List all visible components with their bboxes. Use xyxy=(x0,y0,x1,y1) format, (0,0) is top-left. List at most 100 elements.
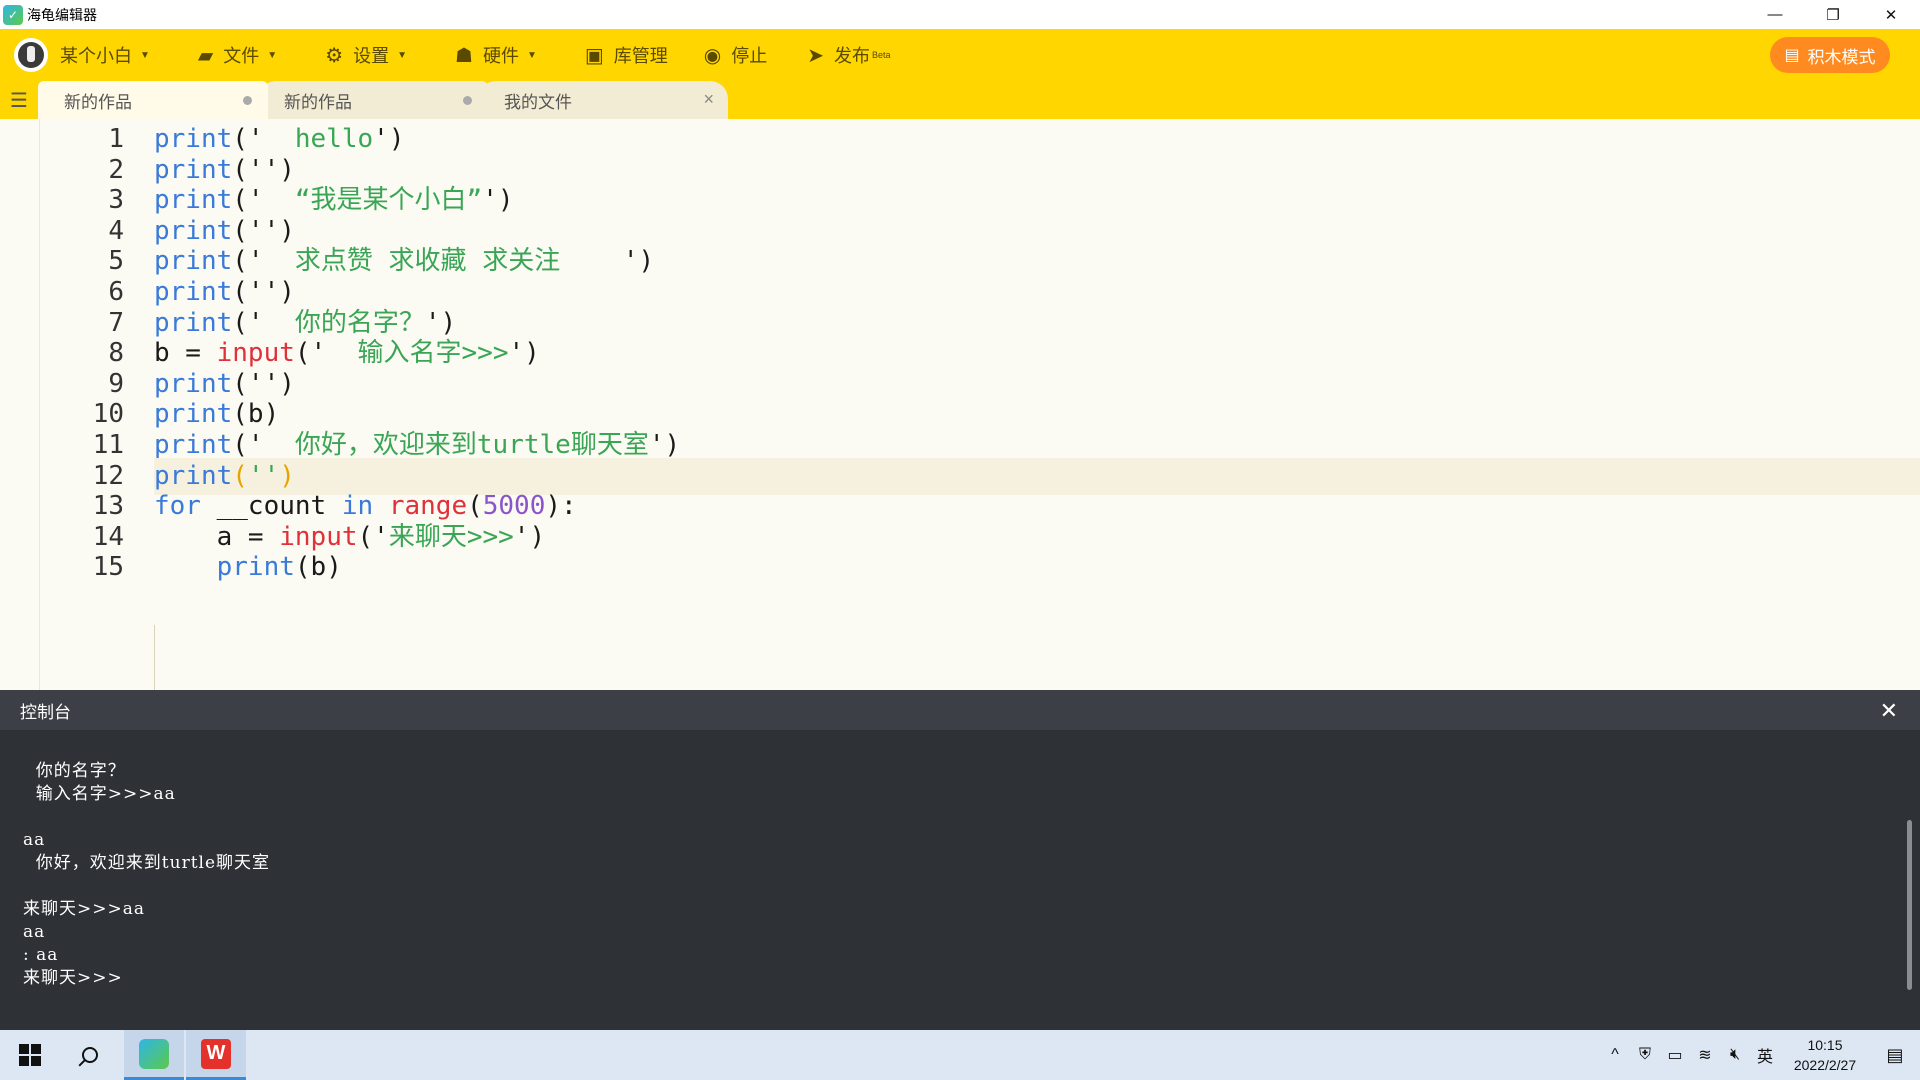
block-mode-button[interactable]: ▤ 积木模式 xyxy=(1770,37,1890,73)
file-menu-label: 文件 xyxy=(223,46,260,66)
windows-start-icon xyxy=(19,1044,41,1066)
code-token: range xyxy=(373,491,468,522)
console-scrollbar[interactable] xyxy=(1907,820,1912,990)
code-line[interactable]: print(b) xyxy=(154,549,1920,586)
console-title: 控制台 xyxy=(20,702,71,722)
tab-label: 新的作品 xyxy=(64,92,132,112)
code-token: 你的名字？ xyxy=(263,307,425,338)
console-close-icon[interactable]: ✕ xyxy=(1880,698,1898,724)
code-token: ') xyxy=(508,338,540,369)
library-label: 库管理 xyxy=(613,46,668,66)
code-token: print xyxy=(154,277,233,307)
code-token: print xyxy=(154,368,233,399)
toolbar-stop-button[interactable]: ◉ 停止 xyxy=(704,29,767,81)
unsaved-dot-icon[interactable] xyxy=(463,96,472,105)
wifi-icon[interactable]: ≋ xyxy=(1690,1045,1720,1065)
tray-chevron-icon[interactable]: ^ xyxy=(1600,1046,1630,1064)
code-token: hello xyxy=(263,124,374,154)
taskbar-app-turtle-editor[interactable] xyxy=(124,1030,184,1080)
security-icon[interactable]: ⛨ xyxy=(1630,1046,1660,1064)
code-token: print xyxy=(154,430,233,460)
code-token: ') xyxy=(622,246,655,277)
editor-side-strip xyxy=(0,119,40,690)
avatar[interactable] xyxy=(14,38,48,72)
user-menu[interactable]: 某个小白 ▼ xyxy=(60,29,150,81)
code-token: ') xyxy=(263,215,295,246)
battery-icon[interactable]: ▭ xyxy=(1660,1045,1690,1065)
menu-toggle-icon[interactable]: ☰ xyxy=(0,81,38,119)
code-token: print xyxy=(154,154,233,185)
stop-label: 停止 xyxy=(731,46,768,66)
tab-bar: ☰ 我的文件 × 新的作品 新的作品 xyxy=(0,81,1920,119)
console-line: 来聊天>>>aa xyxy=(23,899,146,919)
volume-muted-icon[interactable]: 🔇︎ xyxy=(1720,1046,1750,1064)
chevron-down-icon: ▼ xyxy=(526,49,537,61)
clock-date: 2022/2/27 xyxy=(1793,1057,1857,1073)
code-token: (' xyxy=(232,430,264,460)
code-area[interactable]: print(' hello') print('') print(' “我是某个小白”… xyxy=(154,119,1920,690)
tab-label: 新的作品 xyxy=(284,92,352,112)
taskbar-search-button[interactable] xyxy=(60,1030,120,1080)
paper-plane-icon: ➤ xyxy=(807,44,825,67)
code-token: (' xyxy=(232,246,264,277)
block-mode-label: 积木模式 xyxy=(1807,47,1876,67)
code-token: (' xyxy=(357,521,389,552)
turtle-editor-app-icon xyxy=(139,1038,169,1069)
code-token: ') xyxy=(482,185,514,216)
notification-icon[interactable]: ▤ xyxy=(1870,1045,1920,1066)
code-token: print xyxy=(154,215,233,246)
tab-my-file[interactable]: 我的文件 × xyxy=(478,81,728,119)
user-name: 某个小白 xyxy=(60,46,132,66)
ime-indicator[interactable]: 英 xyxy=(1750,1043,1780,1067)
code-token: (' xyxy=(232,215,264,246)
close-tab-icon[interactable]: × xyxy=(703,89,714,110)
console-line: : aa xyxy=(23,945,59,965)
hardware-icon: ☗ xyxy=(455,44,473,67)
tab-new-work-2[interactable]: 新的作品 xyxy=(258,81,488,119)
console-header: 控制台 ✕ xyxy=(0,690,1920,730)
code-token: print xyxy=(154,124,233,154)
app-logo-icon: ✓ xyxy=(3,4,23,25)
folder-icon: ▰ xyxy=(197,44,214,67)
code-token: ') xyxy=(263,154,295,185)
main-toolbar: 某个小白 ▼ ▰ 文件 ▼ ⚙ 设置 ▼ ☗ 硬件 ▼ ▣ 库管理 ◉ 停止 ➤… xyxy=(0,29,1920,81)
stop-icon: ◉ xyxy=(703,44,722,67)
tab-new-work-1[interactable]: 新的作品 xyxy=(38,81,268,119)
start-button[interactable] xyxy=(0,1030,60,1080)
tab-label: 我的文件 xyxy=(504,92,572,112)
search-icon xyxy=(82,1047,98,1063)
code-token: (b) xyxy=(232,399,280,430)
unsaved-dot-icon[interactable] xyxy=(243,96,252,105)
code-token: ') xyxy=(648,430,681,460)
taskbar-app-wps[interactable]: W xyxy=(186,1030,246,1080)
code-token: “我是某个小白” xyxy=(263,185,483,216)
restore-button[interactable]: ❐ xyxy=(1804,0,1862,29)
code-token: for xyxy=(154,491,201,522)
code-token: ') xyxy=(373,124,405,154)
code-token: ') xyxy=(513,521,546,552)
code-token: a = xyxy=(154,521,280,552)
hardware-menu[interactable]: ☗ 硬件 ▼ xyxy=(455,29,537,81)
publish-button[interactable]: ➤ 发布 Beta xyxy=(807,29,890,81)
settings-menu[interactable]: ⚙ 设置 ▼ xyxy=(325,29,407,81)
title-bar: ✓ 海龟编辑器 — ❐ ✕ xyxy=(0,0,1920,29)
wps-app-icon: W xyxy=(201,1038,231,1069)
code-editor[interactable]: 1 2 3 4 5 6 7 8 9 10 11 12 13 14 15 print(' hello') pri… xyxy=(0,119,1920,690)
clock[interactable]: 10:15 2022/2/27 xyxy=(1780,1035,1870,1075)
code-token: input xyxy=(279,521,358,552)
close-button[interactable]: ✕ xyxy=(1862,0,1920,29)
minimize-button[interactable]: — xyxy=(1746,0,1804,29)
code-token: print xyxy=(154,307,233,338)
hardware-menu-label: 硬件 xyxy=(482,46,519,66)
window-title: 海龟编辑器 xyxy=(27,6,97,23)
code-token: ) xyxy=(279,460,295,491)
file-menu[interactable]: ▰ 文件 ▼ xyxy=(198,29,277,81)
code-token: in xyxy=(341,491,374,522)
library-button[interactable]: ▣ 库管理 xyxy=(585,29,668,81)
code-token: ') xyxy=(424,307,457,338)
line-number: 15 xyxy=(92,552,124,583)
console-output[interactable]: 你的名字？ 输入名字>>>aa aa 你好，欢迎来到turtle聊天室 来聊天>>>… xyxy=(0,730,1920,1030)
console-line: 你好，欢迎来到turtle聊天室 xyxy=(23,853,271,873)
beta-badge: Beta xyxy=(872,50,891,60)
code-token: b = xyxy=(154,338,217,369)
